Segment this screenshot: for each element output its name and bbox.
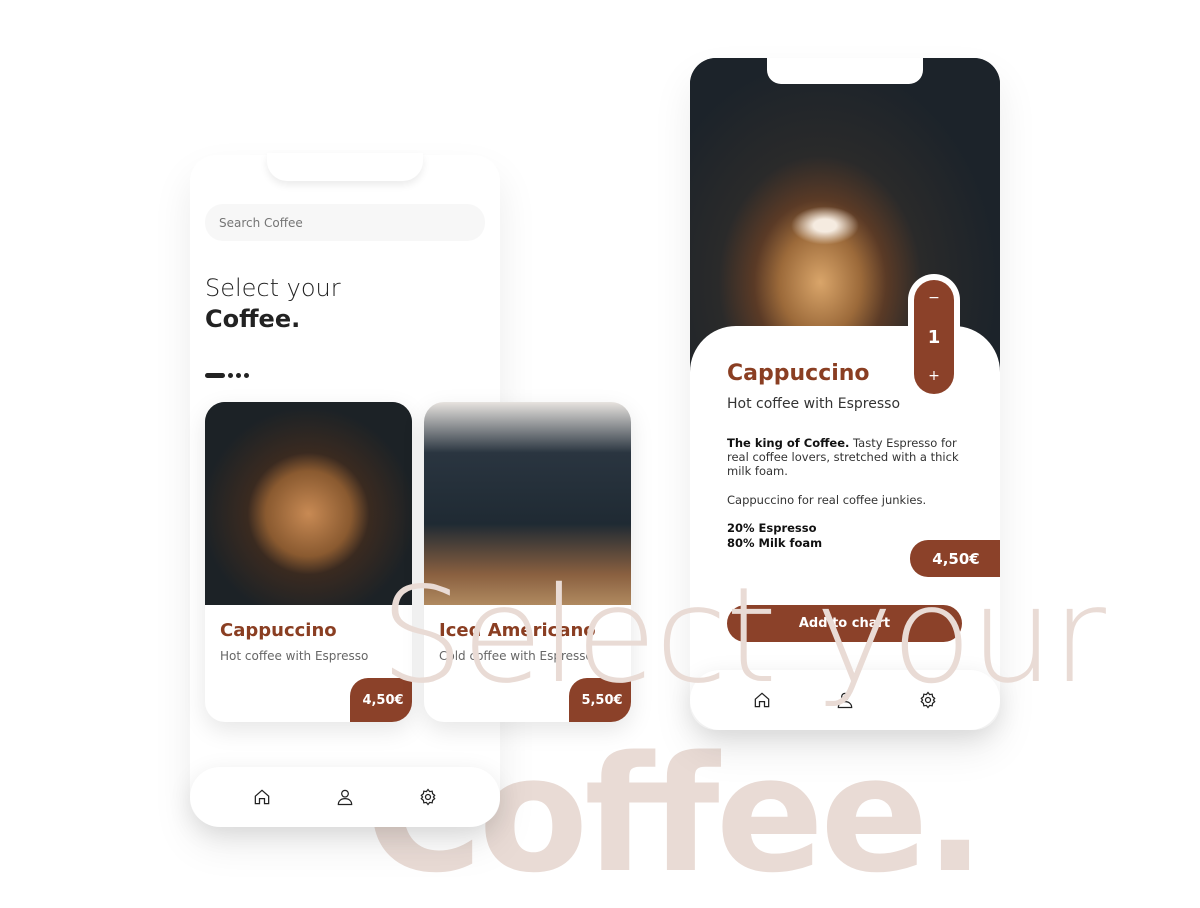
indicator-dot[interactable] (244, 373, 249, 378)
indicator-active[interactable] (205, 373, 225, 378)
user-icon[interactable] (335, 787, 355, 807)
product-card-iced-americano[interactable]: Iced Americano Cold coffee with Espresso… (424, 402, 631, 722)
title-line2: Coffee. (205, 305, 301, 333)
increase-button[interactable]: + (928, 368, 940, 384)
home-icon[interactable] (252, 787, 272, 807)
product-description: The king of Coffee. Tasty Espresso for r… (727, 436, 972, 478)
bottom-nav (190, 767, 500, 827)
composition-item: 80% Milk foam (727, 536, 823, 550)
indicator-dot[interactable] (228, 373, 233, 378)
cappuccino-photo (205, 402, 412, 605)
product-subtitle: Hot coffee with Espresso (220, 649, 369, 663)
product-price[interactable]: 5,50€ (569, 678, 631, 722)
bottom-nav (690, 670, 1000, 730)
decrease-button[interactable]: − (928, 290, 940, 306)
composition: 20% Espresso 80% Milk foam (727, 521, 822, 551)
product-name: Cappuccino (727, 361, 870, 386)
search-input[interactable] (205, 204, 485, 241)
gear-icon[interactable] (918, 690, 938, 710)
product-card-cappuccino[interactable]: Cappuccino Hot coffee with Espresso 4,50… (205, 402, 412, 722)
add-to-cart-button[interactable]: Add to chart (727, 605, 962, 642)
gear-icon[interactable] (418, 787, 438, 807)
product-name: Iced Americano (439, 620, 596, 641)
page-title: Select your Coffee. (205, 273, 341, 335)
title-line1: Select your (205, 274, 341, 302)
product-name: Cappuccino (220, 620, 337, 641)
home-icon[interactable] (752, 690, 772, 710)
phone-notch (267, 153, 423, 181)
product-tagline: Cappuccino for real coffee junkies. (727, 493, 927, 507)
latte-art (785, 203, 865, 248)
description-bold: The king of Coffee. (727, 436, 850, 450)
detail-phone: − 1 + Cappuccino Hot coffee with Espress… (690, 58, 1000, 730)
user-icon[interactable] (835, 690, 855, 710)
carousel-indicator[interactable] (205, 373, 249, 378)
product-price: 4,50€ (910, 540, 1000, 577)
quantity-stepper[interactable]: − 1 + (914, 280, 954, 394)
iced-americano-photo (424, 402, 631, 605)
indicator-dot[interactable] (236, 373, 241, 378)
product-subtitle: Cold coffee with Espresso (439, 649, 593, 663)
product-price[interactable]: 4,50€ (350, 678, 412, 722)
product-subtitle: Hot coffee with Espresso (727, 396, 901, 412)
quantity-value: 1 (927, 326, 941, 348)
phone-notch (767, 58, 923, 84)
composition-item: 20% Espresso (727, 521, 817, 535)
